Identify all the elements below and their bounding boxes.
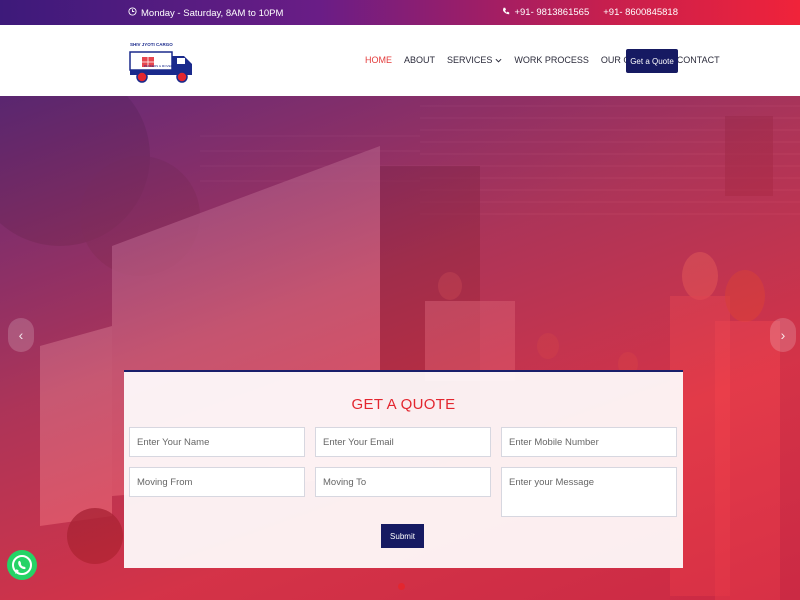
nav-item-label: SERVICES bbox=[447, 55, 493, 65]
phone-numbers: +91- 9813861565 +91- 8600845818 bbox=[502, 7, 678, 18]
nav-item-label: HOME bbox=[365, 55, 392, 65]
chevron-down-icon bbox=[495, 55, 502, 65]
logo-brand-text: SHIV JYOTI CARGO bbox=[130, 42, 173, 47]
nav-item-label: ABOUT bbox=[404, 55, 436, 65]
phone-icon bbox=[502, 7, 510, 18]
top-bar: Monday - Saturday, 8AM to 10PM +91- 9813… bbox=[0, 0, 800, 25]
whatsapp-button[interactable] bbox=[6, 543, 38, 593]
nav-item-label: CONTACT bbox=[676, 55, 720, 65]
mobile-field[interactable]: Enter Mobile Number bbox=[501, 427, 677, 457]
message-field[interactable]: Enter your Message bbox=[501, 467, 677, 517]
slider-next-arrow[interactable]: › bbox=[770, 318, 796, 352]
nav-item-about[interactable]: ABOUT bbox=[404, 55, 435, 65]
quote-form-title: GET A QUOTE bbox=[351, 396, 456, 413]
phone-1[interactable]: +91- 9813861565 bbox=[502, 7, 589, 18]
whatsapp-icon bbox=[6, 541, 38, 596]
nav-item-home[interactable]: HOME bbox=[365, 55, 392, 65]
slider-prev-arrow[interactable]: ‹ bbox=[8, 318, 34, 352]
logo-tagline-text: PACKERS & MOVERS bbox=[144, 64, 175, 68]
slider-dot-active[interactable] bbox=[398, 583, 405, 590]
clock-icon bbox=[128, 7, 137, 19]
business-hours: Monday - Saturday, 8AM to 10PM bbox=[128, 7, 283, 19]
chevron-right-icon: › bbox=[780, 327, 786, 343]
phone-1-text: +91- 9813861565 bbox=[514, 7, 590, 18]
nav-item-contact[interactable]: CONTACT bbox=[677, 55, 720, 65]
nav-item-label: WORK PROCESS bbox=[514, 55, 589, 65]
email-field[interactable]: Enter Your Email bbox=[315, 427, 491, 457]
moving-to-field[interactable]: Moving To bbox=[315, 467, 491, 497]
submit-button[interactable]: Submit bbox=[381, 524, 424, 548]
phone-2-text: +91- 8600845818 bbox=[603, 7, 678, 18]
name-field[interactable]: Enter Your Name bbox=[129, 427, 305, 457]
site-header: SHIV JYOTI CARGO PACKERS & MOVERS HOME A… bbox=[0, 25, 800, 96]
quote-form: GET A QUOTE Enter Your Name Enter Your E… bbox=[124, 370, 683, 568]
hero-slider: ‹ › GET A QUOTE Enter Your Name Enter Yo… bbox=[0, 96, 800, 600]
nav-item-work-process[interactable]: WORK PROCESS bbox=[514, 55, 589, 65]
chevron-left-icon: ‹ bbox=[18, 327, 24, 343]
phone-2[interactable]: +91- 8600845818 bbox=[603, 7, 678, 18]
business-hours-text: Monday - Saturday, 8AM to 10PM bbox=[141, 7, 284, 19]
get-a-quote-button[interactable]: Get a Quote bbox=[626, 49, 678, 73]
site-logo[interactable]: SHIV JYOTI CARGO PACKERS & MOVERS bbox=[128, 40, 196, 84]
moving-from-field[interactable]: Moving From bbox=[129, 467, 305, 497]
nav-item-services[interactable]: SERVICES bbox=[447, 55, 502, 65]
